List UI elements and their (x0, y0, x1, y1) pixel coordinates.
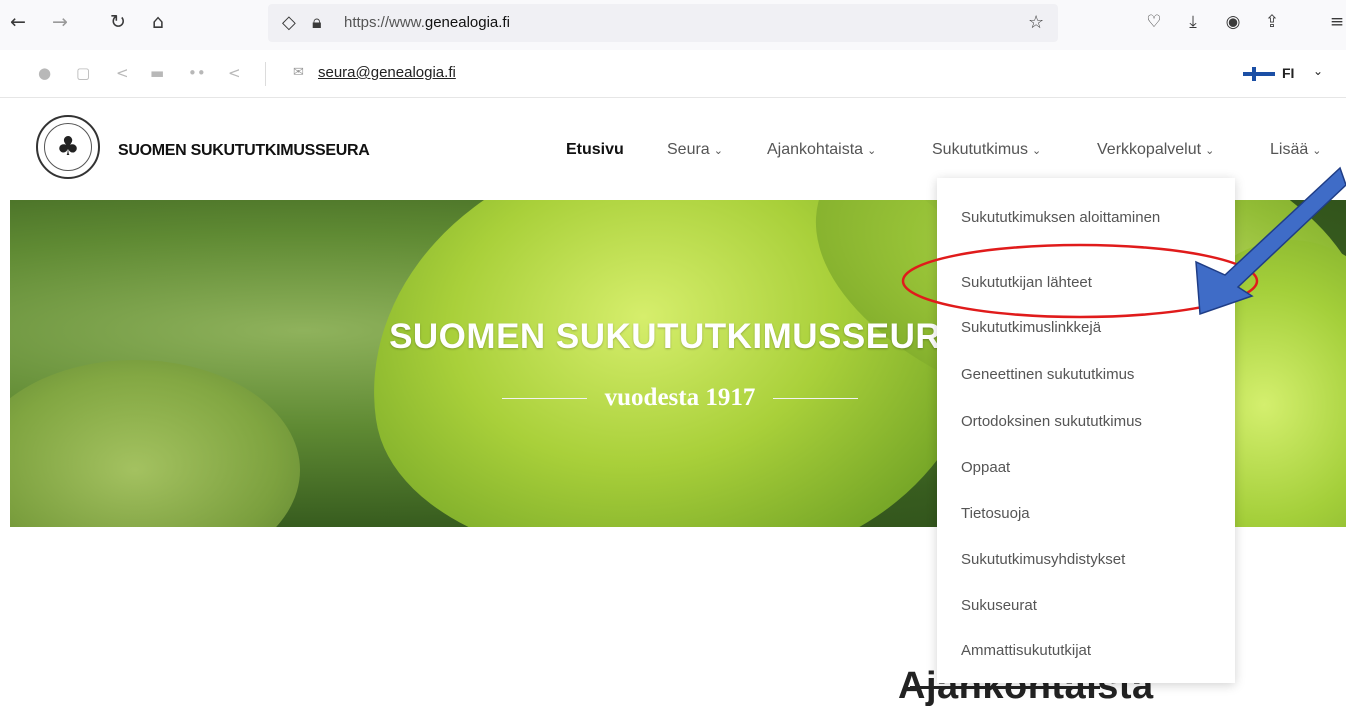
nav-label: Ajankohtaista (767, 141, 864, 158)
dropdown-item[interactable]: Geneettinen sukututkimus (961, 365, 1221, 385)
dropdown-item[interactable]: Ammattisukututkijat (961, 641, 1221, 661)
nav-label: Etusivu (566, 141, 624, 158)
social-bar: ● ▢ < ▬ •• < ✉ seura@genealogia.fi FI ⌄ (0, 50, 1346, 98)
share-icon[interactable]: < (228, 64, 241, 82)
dropdown-item[interactable]: Ortodoksinen sukututkimus (961, 412, 1221, 432)
browser-toolbar: ← → ↻ ⌂ ◇ 🔒︎ https://www.genealogia.fi ☆… (0, 0, 1346, 50)
site-name[interactable]: SUOMEN SUKUTUTKIMUSSEURA (118, 142, 370, 160)
tree-icon: ♣ (44, 123, 92, 171)
nav-label: Verkkopalvelut (1097, 141, 1202, 158)
download-icon[interactable]: ⤓ (1180, 8, 1206, 36)
back-icon[interactable]: ← (4, 8, 32, 36)
section-underline (910, 686, 1100, 689)
dropdown-item[interactable]: Sukututkimuksen aloittaminen (961, 208, 1221, 228)
dropdown-item[interactable]: Sukuseurat (961, 596, 1221, 616)
address-bar[interactable]: ◇ 🔒︎ https://www.genealogia.fi ☆ (268, 4, 1058, 42)
nav-ajankohtaista[interactable]: Ajankohtaista ⌄ (767, 141, 876, 159)
chevron-down-icon: ⌄ (713, 144, 723, 157)
url-text[interactable]: https://www.genealogia.fi (344, 14, 510, 31)
nav-lisaa[interactable]: Lisää ⌄ (1270, 141, 1321, 159)
nav-label: Seura (667, 141, 710, 158)
dropdown-item[interactable]: Sukututkijan lähteet (961, 273, 1221, 293)
chevron-down-icon[interactable]: ⌄ (1313, 64, 1323, 78)
share-icon[interactable]: ⇪ (1259, 8, 1285, 36)
nav-etusivu[interactable]: Etusivu (566, 141, 624, 159)
divider (501, 397, 587, 399)
dropdown-item[interactable]: Sukututkimuslinkkejä (961, 318, 1221, 338)
site-logo[interactable]: ♣ (36, 115, 100, 179)
language-label[interactable]: FI (1282, 65, 1294, 81)
hero-subtitle-row: vuodesta 1917 (470, 378, 890, 418)
divider (265, 62, 266, 86)
finnish-flag-icon[interactable] (1243, 67, 1275, 81)
star-icon[interactable]: ☆ (1028, 12, 1044, 33)
nav-seura[interactable]: Seura ⌄ (667, 141, 723, 159)
nav-sukututkimus[interactable]: Sukututkimus ⌄ (932, 141, 1041, 159)
reload-icon[interactable]: ↻ (104, 8, 132, 36)
nav-verkkopalvelut[interactable]: Verkkopalvelut ⌄ (1097, 141, 1214, 159)
dropdown-item[interactable]: Tietosuoja (961, 504, 1221, 524)
nav-label: Sukututkimus (932, 141, 1029, 158)
youtube-icon[interactable]: ▬ (150, 64, 164, 82)
chevron-down-icon: ⌄ (1312, 144, 1322, 157)
sukututkimus-dropdown: Sukututkimuksen aloittaminen Sukututkija… (937, 178, 1235, 683)
forward-icon[interactable]: → (46, 8, 74, 36)
pocket-icon[interactable]: ♡ (1141, 8, 1167, 36)
email-link[interactable]: seura@genealogia.fi (318, 64, 456, 81)
home-icon[interactable]: ⌂ (144, 8, 172, 36)
chevron-down-icon: ⌄ (867, 144, 877, 157)
chevron-down-icon: ⌄ (1205, 144, 1215, 157)
dropdown-item[interactable]: Oppaat (961, 458, 1221, 478)
mail-icon: ✉ (293, 65, 304, 80)
divider (773, 397, 859, 399)
account-icon[interactable]: ◉ (1220, 8, 1246, 36)
nav-label: Lisää (1270, 141, 1309, 158)
shield-icon[interactable]: ◇ (282, 12, 296, 33)
hero-subtitle: vuodesta 1917 (604, 384, 756, 411)
facebook-icon[interactable]: ● (38, 64, 51, 82)
chevron-down-icon: ⌄ (1032, 144, 1042, 157)
leaf-image (10, 360, 300, 527)
lock-icon[interactable]: 🔒︎ (312, 12, 322, 33)
share-icon[interactable]: < (116, 64, 129, 82)
dropdown-item[interactable]: Sukututkimusyhdistykset (961, 550, 1221, 570)
instagram-icon[interactable]: ▢ (76, 64, 90, 82)
flickr-icon[interactable]: •• (188, 64, 206, 82)
menu-icon[interactable]: ≡ (1324, 8, 1346, 36)
